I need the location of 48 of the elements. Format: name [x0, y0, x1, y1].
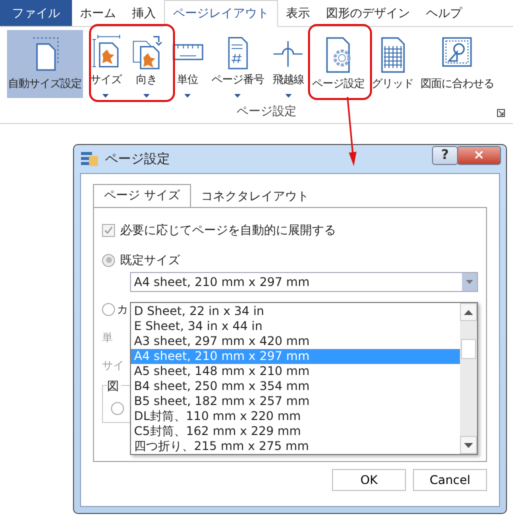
- help-button[interactable]: ?: [432, 146, 458, 164]
- ribbon-button[interactable]: ページ設定: [311, 30, 366, 98]
- dialog-tab[interactable]: ページ サイズ: [93, 184, 191, 208]
- ribbon-button[interactable]: 図面に合わせる: [420, 30, 495, 98]
- cancel-button[interactable]: Cancel: [413, 469, 487, 491]
- dropdown-option[interactable]: B5 sheet, 182 mm x 257 mm: [131, 394, 460, 409]
- dialog-tab[interactable]: コネクタレイアウト: [190, 186, 319, 207]
- ribbon-button[interactable]: 向き: [128, 30, 164, 98]
- ribbon-tab[interactable]: ページレイアウト: [164, 0, 278, 27]
- dropdown-option[interactable]: DL封筒、110 mm x 220 mm: [131, 409, 460, 424]
- ribbon-tab[interactable]: 図形のデザイン: [318, 0, 418, 26]
- dropdown-option[interactable]: D Sheet, 22 in x 34 in: [131, 304, 460, 319]
- ribbon-button[interactable]: グリッド: [370, 30, 414, 98]
- app-icon: [81, 151, 99, 167]
- field-label: サイ: [102, 358, 124, 372]
- ribbon-tab[interactable]: 表示: [278, 0, 318, 26]
- group-label: ページ設定: [236, 102, 296, 120]
- dropdown-option[interactable]: B4 sheet, 250 mm x 354 mm: [131, 379, 460, 394]
- scroll-up-icon[interactable]: [464, 310, 473, 314]
- dropdown-option[interactable]: A5 sheet, 148 mm x 210 mm: [131, 364, 460, 379]
- radio-button[interactable]: [111, 402, 124, 415]
- ribbon-tab[interactable]: ヘルプ: [418, 0, 470, 26]
- ribbon-button[interactable]: サイズ: [88, 30, 124, 98]
- scroll-down-icon[interactable]: [464, 442, 473, 448]
- ribbon-tab[interactable]: ファイル: [0, 0, 72, 26]
- dialog-launcher-icon[interactable]: [497, 109, 505, 117]
- ribbon-tab[interactable]: 挿入: [124, 0, 164, 26]
- ok-button[interactable]: OK: [332, 469, 406, 491]
- radio-button[interactable]: [102, 302, 115, 316]
- scroll-thumb[interactable]: [461, 339, 476, 359]
- ribbon-button[interactable]: 自動サイズ設定: [7, 30, 82, 98]
- dialog-title: ページ設定: [105, 151, 170, 168]
- pointer-arrow: [346, 97, 358, 167]
- dropdown-option[interactable]: C5封筒、162 mm x 229 mm: [131, 424, 460, 439]
- scrollbar[interactable]: [460, 303, 477, 454]
- dropdown-option[interactable]: 四つ折り、215 mm x 275 mm: [131, 439, 460, 454]
- radio-label: カ: [117, 302, 128, 316]
- ribbon-button[interactable]: 単位: [170, 30, 206, 98]
- dropdown-option[interactable]: E Sheet, 34 in x 44 in: [131, 319, 460, 334]
- ribbon-button[interactable]: 飛越線: [270, 30, 306, 98]
- ribbon-tab[interactable]: ホーム: [72, 0, 124, 26]
- radio-label: 既定サイズ: [120, 252, 180, 268]
- dropdown-option[interactable]: A3 sheet, 297 mm x 420 mm: [131, 334, 460, 349]
- caret-icon: [466, 280, 473, 284]
- size-dropdown[interactable]: A4 sheet, 210 mm x 297 mm: [130, 272, 478, 292]
- field-label: 単: [102, 330, 113, 344]
- checkbox-label: 必要に応じてページを自動的に展開する: [120, 222, 336, 238]
- ribbon-button[interactable]: ページ番号: [210, 30, 265, 98]
